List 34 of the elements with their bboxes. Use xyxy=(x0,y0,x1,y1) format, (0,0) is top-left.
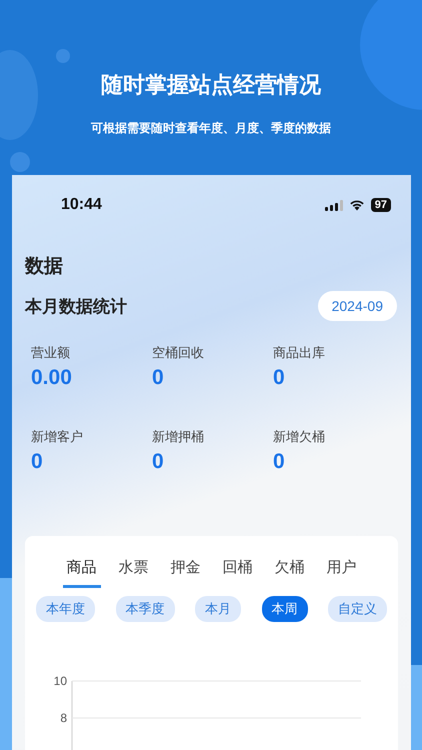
stat-label: 商品出库 xyxy=(273,345,326,362)
period-chip[interactable]: 本月 xyxy=(195,596,241,622)
y-tick-label: 8 xyxy=(60,711,67,725)
period-chip[interactable]: 本周 xyxy=(262,596,308,622)
month-picker[interactable]: 2024-09 xyxy=(318,291,397,321)
y-tick-label: 10 xyxy=(54,674,67,688)
period-chip[interactable]: 本季度 xyxy=(116,596,174,622)
stat-value: 0 xyxy=(273,366,286,390)
tab[interactable]: 押金 xyxy=(166,556,204,588)
stat-value: 0 xyxy=(31,450,44,474)
banner-title: 随时掌握站点经营情况 xyxy=(101,72,321,100)
status-time: 10:44 xyxy=(61,196,102,214)
stat-label: 营业额 xyxy=(31,345,71,362)
stat-label: 新增欠桶 xyxy=(273,429,326,446)
stat-label: 空桶回收 xyxy=(152,345,205,362)
period-chip[interactable]: 本年度 xyxy=(36,596,95,622)
tab[interactable]: 回桶 xyxy=(218,556,256,588)
wifi-icon xyxy=(348,199,365,211)
tab[interactable]: 用户 xyxy=(322,556,360,588)
signal-icon xyxy=(324,200,343,210)
period-chip[interactable]: 自定义 xyxy=(328,596,387,622)
stat-value: 0 xyxy=(152,450,165,474)
stat-label: 新增客户 xyxy=(31,429,84,446)
page-title: 数据 xyxy=(25,254,64,279)
section-title: 本月数据统计 xyxy=(25,296,127,318)
tab[interactable]: 商品 xyxy=(62,556,100,588)
tab[interactable]: 水票 xyxy=(114,556,152,588)
battery-level: 97 xyxy=(370,198,391,212)
stat-value: 0 xyxy=(273,450,286,474)
stat-label: 新增押桶 xyxy=(152,429,205,446)
stat-value: 0.00 xyxy=(31,366,73,390)
stat-value: 0 xyxy=(152,366,165,390)
tab[interactable]: 欠桶 xyxy=(270,556,308,588)
banner-subtitle: 可根据需要随时查看年度、月度、季度的数据 xyxy=(91,120,331,137)
